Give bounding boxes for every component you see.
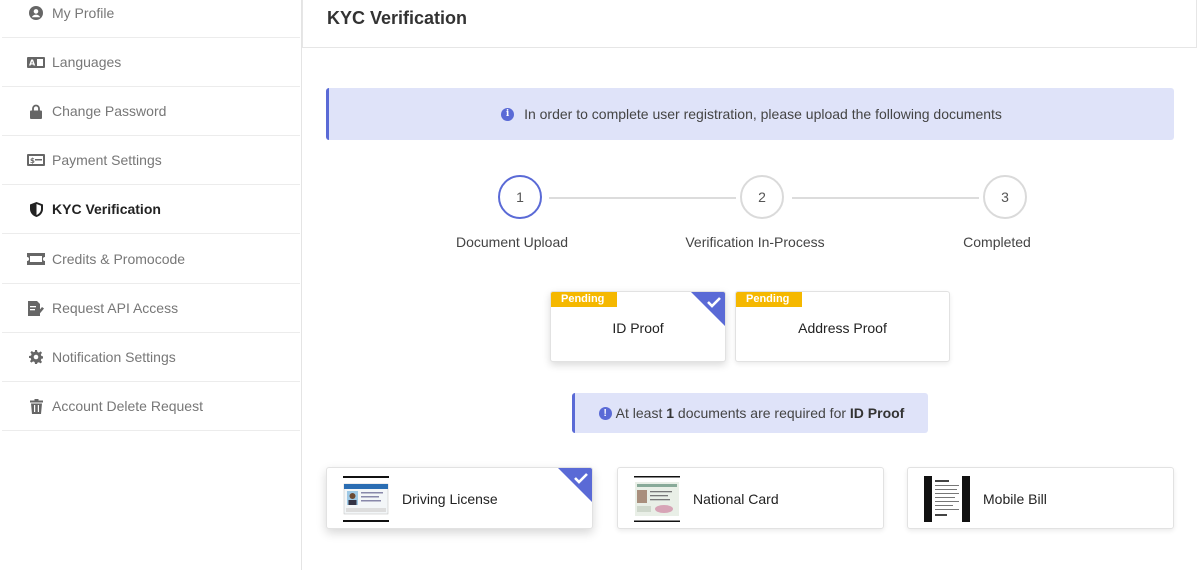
- lock-icon: [26, 103, 46, 119]
- sidebar-item-label: Languages: [52, 54, 122, 70]
- requirement-prefix: At least: [615, 405, 663, 421]
- user-circle-icon: [26, 5, 46, 21]
- exclamation-icon: !: [598, 406, 612, 420]
- proof-card-id[interactable]: Pending ID Proof: [550, 291, 726, 362]
- info-icon: i: [501, 107, 515, 121]
- sidebar-item-label: Account Delete Request: [52, 398, 203, 414]
- sidebar-item-label: Notification Settings: [52, 349, 176, 365]
- sidebar-item-label: Credits & Promocode: [52, 251, 186, 267]
- step-1-circle: 1: [498, 175, 542, 219]
- requirement-target: ID Proof: [849, 405, 905, 421]
- money-icon: $: [26, 152, 46, 168]
- page-title: KYC Verification: [327, 8, 468, 28]
- document-card-driving-license[interactable]: Driving License: [326, 467, 593, 529]
- language-icon: A: [26, 54, 46, 70]
- edit-doc-icon: [26, 300, 46, 316]
- document-label: Mobile Bill: [983, 491, 1047, 507]
- requirement-banner: ! At least 1 documents are required for …: [572, 393, 928, 433]
- license-card-image: [343, 476, 389, 522]
- step-3-circle: 3: [983, 175, 1027, 219]
- sidebar-item-request-api-access[interactable]: Request API Access: [2, 284, 300, 333]
- check-icon: [558, 468, 592, 502]
- ticket-icon: [26, 251, 46, 267]
- sidebar-item-kyc-verification[interactable]: KYC Verification: [2, 185, 300, 234]
- document-label: Driving License: [402, 491, 498, 507]
- document-label: National Card: [693, 491, 779, 507]
- sidebar-item-change-password[interactable]: Change Password: [2, 87, 300, 136]
- proof-card-address[interactable]: Pending Address Proof: [735, 291, 950, 362]
- proof-label: Address Proof: [798, 320, 887, 336]
- bill-document-image: [924, 476, 970, 522]
- status-badge: Pending: [736, 292, 802, 307]
- sidebar-item-label: Payment Settings: [52, 152, 162, 168]
- settings-sidebar: My Profile A Languages Change Password $…: [2, 0, 302, 570]
- national-card-image: [634, 476, 680, 522]
- requirement-count: 1: [666, 405, 675, 421]
- step-3-label: Completed: [963, 234, 1031, 250]
- sidebar-item-account-delete-request[interactable]: Account Delete Request: [2, 382, 300, 431]
- sidebar-item-languages[interactable]: A Languages: [2, 38, 300, 87]
- status-badge: Pending: [551, 292, 617, 307]
- check-icon: [691, 292, 725, 326]
- sidebar-item-label: Change Password: [52, 103, 167, 119]
- trash-icon: [26, 398, 46, 414]
- svg-text:A: A: [29, 58, 36, 67]
- sidebar-item-label: My Profile: [52, 5, 115, 21]
- sidebar-item-credits-promocode[interactable]: Credits & Promocode: [2, 235, 300, 284]
- sidebar-item-notification-settings[interactable]: Notification Settings: [2, 333, 300, 382]
- step-1-label: Document Upload: [455, 234, 569, 250]
- sidebar-item-label: KYC Verification: [52, 201, 161, 217]
- main-content: KYC Verification i In order to complete …: [302, 0, 1203, 570]
- step-2-label: Verification In-Process: [685, 234, 825, 250]
- stepper-connector: [792, 197, 979, 199]
- requirement-middle: documents are required for: [677, 405, 847, 421]
- sidebar-item-payment-settings[interactable]: $ Payment Settings: [2, 136, 300, 185]
- stepper-connector: [549, 197, 736, 199]
- step-2-circle: 2: [740, 175, 784, 219]
- gear-icon: [26, 349, 46, 365]
- shield-icon: [26, 201, 46, 217]
- svg-text:$: $: [30, 157, 35, 165]
- document-card-mobile-bill[interactable]: Mobile Bill: [907, 467, 1174, 529]
- info-banner-text: In order to complete user registration, …: [524, 106, 1002, 122]
- sidebar-item-my-profile[interactable]: My Profile: [2, 0, 300, 38]
- sidebar-item-label: Request API Access: [52, 300, 179, 316]
- info-banner: i In order to complete user registration…: [326, 88, 1174, 140]
- document-card-national-card[interactable]: National Card: [617, 467, 884, 529]
- page-header: KYC Verification: [302, 0, 1197, 48]
